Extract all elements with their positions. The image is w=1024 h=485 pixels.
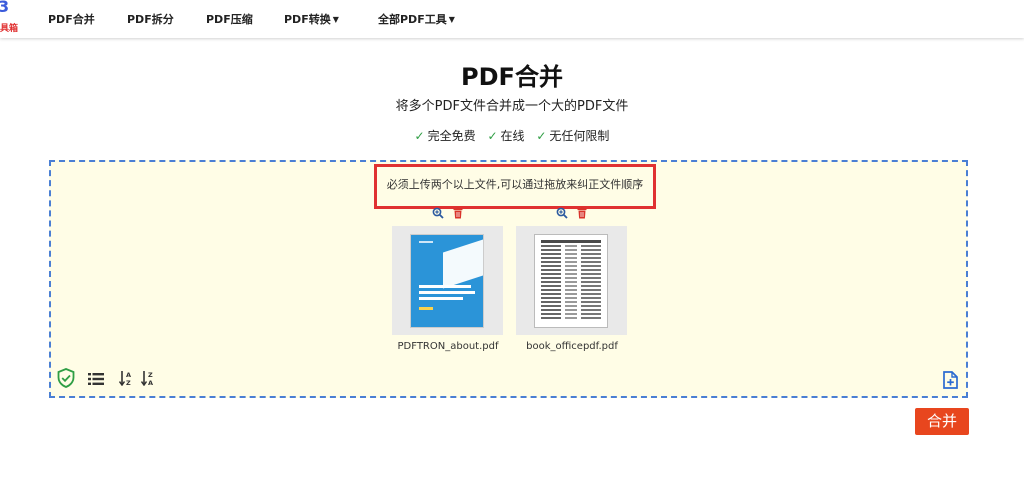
site-logo[interactable]: 3 具箱 [0,0,22,38]
check-icon: ✓ [487,129,498,143]
zoom-in-icon[interactable] [432,207,444,219]
trash-icon[interactable] [576,207,588,219]
feature-item: ✓ 完全免费 [415,129,476,143]
check-icon: ✓ [414,129,425,143]
svg-text:Z: Z [126,379,131,386]
svg-text:A: A [148,379,153,386]
merge-button[interactable]: 合并 [915,408,969,435]
nav-label: PDF拆分 [127,13,174,26]
nav-pdf-split[interactable]: PDF拆分 [127,11,174,27]
nav-label: PDF转换 [284,13,331,26]
file-thumbnail [392,226,503,335]
caret-down-icon: ▼ [448,15,455,24]
zoom-in-icon[interactable] [556,207,568,219]
feature-label: 在线 [500,129,525,143]
nav-pdf-merge[interactable]: PDF合并 [48,11,95,27]
feature-list: ✓ 完全免费 ✓ 在线 ✓ 无任何限制 [0,127,1024,144]
feature-item: ✓ 在线 [487,129,524,143]
trash-icon[interactable] [452,207,464,219]
file-drop-zone[interactable]: 必须上传两个以上文件,可以通过拖放来纠正文件顺序 PDFTRON_about.p… [49,160,968,398]
page-subtitle: 将多个PDF文件合并成一个大的PDF文件 [395,99,629,114]
file-actions [516,207,628,223]
pdf-cover-preview [410,234,484,328]
file-name: PDFTRON_about.pdf [397,341,499,352]
file-thumbnail [516,226,627,335]
page-title: PDF合并 [461,63,563,91]
logo-mark: 3 [0,0,10,16]
feature-item: ✓ 无任何限制 [536,129,609,143]
file-card[interactable]: PDFTRON_about.pdf [392,207,504,352]
check-icon: ✓ [536,129,547,143]
upload-notice: 必须上传两个以上文件,可以通过拖放来纠正文件顺序 [374,164,656,209]
add-file-icon[interactable] [942,371,958,389]
nav-all-pdf-tools[interactable]: 全部PDF工具 ▼ [378,11,455,27]
feature-label: 无任何限制 [549,129,610,143]
nav-label: PDF合并 [48,13,95,26]
top-navbar: 3 具箱 PDF合并 PDF拆分 PDF压缩 PDF转换 ▼ 全部PDF工具 ▼ [0,0,1024,38]
nav-label: 全部PDF工具 [378,13,447,26]
svg-text:Z: Z [148,371,153,379]
feature-label: 完全免费 [427,129,476,143]
nav-label: PDF压缩 [206,13,253,26]
caret-down-icon: ▼ [332,15,339,24]
file-name: book_officepdf.pdf [526,341,618,352]
svg-text:A: A [126,371,131,379]
file-actions [392,207,504,223]
file-card[interactable]: book_officepdf.pdf [516,207,628,352]
nav-pdf-compress[interactable]: PDF压缩 [206,11,253,27]
sort-za-icon[interactable]: ZA [141,370,155,386]
nav-pdf-convert[interactable]: PDF转换 ▼ [284,11,339,27]
shield-check-icon[interactable] [57,368,75,388]
logo-text: 具箱 [0,24,19,34]
list-view-icon[interactable] [88,373,104,385]
pdf-page-preview [534,234,608,328]
sort-az-icon[interactable]: AZ [119,370,133,386]
